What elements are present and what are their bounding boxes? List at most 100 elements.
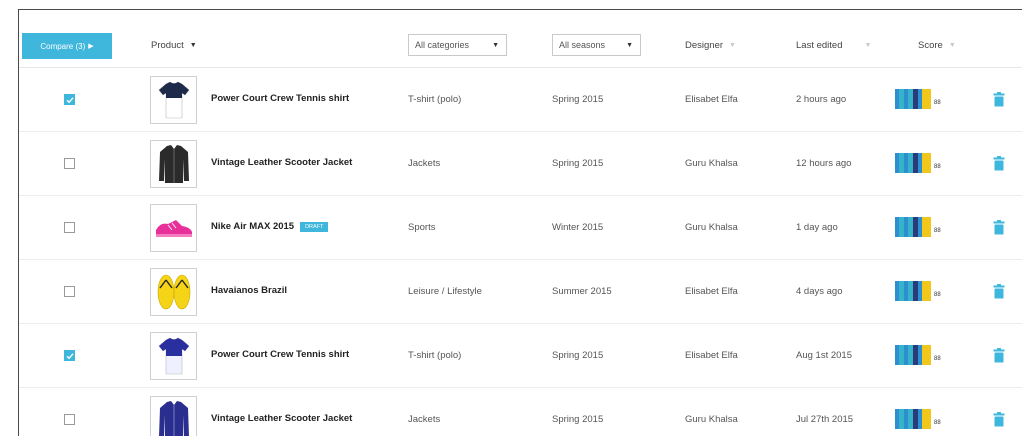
compare-button[interactable]: Compare (3) ▶ (22, 33, 112, 59)
column-header-last-edited[interactable]: Last edited ▼ (796, 36, 871, 54)
product-name[interactable]: Power Court Crew Tennis shirt (211, 349, 349, 360)
product-name[interactable]: Nike Air MAX 2015 DRAFT (211, 221, 329, 232)
column-header-product[interactable]: Product ▼ (151, 36, 197, 54)
sort-down-icon: ▼ (864, 41, 872, 49)
score-bar (895, 345, 931, 365)
score-indicator: 88 (895, 345, 941, 365)
trash-icon[interactable] (993, 284, 1005, 299)
table-row[interactable]: Power Court Crew Tennis shirt T-shirt (p… (19, 324, 1022, 388)
trash-icon[interactable] (993, 348, 1005, 363)
chevron-down-icon: ▼ (626, 41, 633, 49)
score-segment (922, 89, 931, 109)
tshirt-blue-icon (158, 337, 189, 375)
score-value: 88 (934, 100, 941, 106)
tshirt-navy-icon (158, 81, 189, 119)
score-bar (895, 281, 931, 301)
column-header-product-label: Product (151, 39, 184, 51)
product-last-edited: Jul 27th 2015 (796, 414, 854, 425)
column-header-score-label: Score (918, 39, 943, 51)
score-indicator: 88 (895, 281, 941, 301)
product-last-edited: 4 days ago (796, 286, 843, 297)
row-checkbox[interactable] (64, 286, 75, 297)
product-season: Summer 2015 (552, 286, 612, 297)
trash-icon[interactable] (993, 220, 1005, 235)
score-value: 88 (934, 420, 941, 426)
table-header: Compare (3) ▶ Product ▼ All categories ▼… (19, 10, 1022, 68)
seasons-select-value: All seasons (559, 40, 606, 50)
row-checkbox[interactable] (64, 222, 75, 233)
product-designer: Elisabet Elfa (685, 350, 738, 361)
product-last-edited: Aug 1st 2015 (796, 350, 852, 361)
product-last-edited: 2 hours ago (796, 94, 847, 105)
score-value: 88 (934, 292, 941, 298)
score-segment (922, 409, 931, 429)
product-name-label: Vintage Leather Scooter Jacket (211, 413, 353, 424)
score-bar (895, 153, 931, 173)
column-header-designer[interactable]: Designer ▼ (685, 36, 736, 54)
product-season: Winter 2015 (552, 222, 604, 233)
blue-jacket-icon (158, 401, 189, 436)
product-name-label: Power Court Crew Tennis shirt (211, 349, 350, 360)
product-name[interactable]: Power Court Crew Tennis shirt (211, 93, 349, 104)
trash-icon[interactable] (993, 92, 1005, 107)
product-name-label: Nike Air MAX 2015 (211, 221, 295, 232)
score-indicator: 88 (895, 89, 941, 109)
product-name-label: Havaianos Brazil (211, 285, 288, 296)
product-thumbnail[interactable] (150, 204, 197, 252)
play-arrow-icon: ▶ (88, 43, 94, 50)
sort-down-icon: ▼ (189, 41, 197, 49)
table-row[interactable]: Nike Air MAX 2015 DRAFT Sports Winter 20… (19, 196, 1022, 260)
product-name[interactable]: Vintage Leather Scooter Jacket (211, 413, 352, 424)
product-list-panel: Compare (3) ▶ Product ▼ All categories ▼… (18, 9, 1022, 436)
flip-flops-icon (157, 274, 190, 310)
table-row[interactable]: Vintage Leather Scooter Jacket Jackets S… (19, 132, 1022, 196)
chevron-down-icon: ▼ (492, 41, 499, 49)
column-header-last-edited-label: Last edited (796, 39, 843, 51)
leather-jacket-icon (158, 145, 189, 183)
product-season: Spring 2015 (552, 350, 604, 361)
score-bar (895, 89, 931, 109)
checkmark-icon (66, 352, 74, 359)
product-category: Jackets (408, 414, 441, 425)
seasons-select[interactable]: All seasons ▼ (552, 34, 641, 56)
sort-down-icon: ▼ (729, 41, 736, 49)
row-checkbox[interactable] (64, 158, 75, 169)
categories-select-value: All categories (415, 40, 470, 50)
table-row[interactable]: Havaianos Brazil Leisure / Lifestyle Sum… (19, 260, 1022, 324)
table-row[interactable]: Power Court Crew Tennis shirt T-shirt (p… (19, 68, 1022, 132)
product-name[interactable]: Havaianos Brazil (211, 285, 287, 296)
product-category: Sports (408, 222, 436, 233)
score-segment (922, 281, 931, 301)
product-thumbnail[interactable] (150, 140, 197, 188)
score-indicator: 88 (895, 153, 941, 173)
categories-select[interactable]: All categories ▼ (408, 34, 507, 56)
sneaker-icon (155, 220, 192, 237)
product-season: Spring 2015 (552, 94, 604, 105)
product-name-label: Power Court Crew Tennis shirt (211, 93, 350, 104)
score-value: 88 (934, 164, 941, 170)
product-designer: Guru Khalsa (685, 222, 738, 233)
score-segment (922, 153, 931, 173)
trash-icon[interactable] (993, 156, 1005, 171)
row-checkbox[interactable] (64, 94, 75, 105)
product-season: Spring 2015 (552, 158, 604, 169)
draft-badge: DRAFT (300, 221, 329, 232)
table-row[interactable]: Vintage Leather Scooter Jacket Jackets S… (19, 388, 1022, 436)
product-thumbnail[interactable] (150, 268, 197, 316)
product-thumbnail[interactable] (150, 396, 197, 436)
score-bar (895, 217, 931, 237)
product-designer: Elisabet Elfa (685, 286, 738, 297)
row-checkbox[interactable] (64, 414, 75, 425)
row-checkbox[interactable] (64, 350, 75, 361)
product-name-label: Vintage Leather Scooter Jacket (211, 157, 353, 168)
product-category: Jackets (408, 158, 441, 169)
trash-icon[interactable] (993, 412, 1005, 427)
product-name[interactable]: Vintage Leather Scooter Jacket (211, 157, 352, 168)
product-thumbnail[interactable] (150, 76, 197, 124)
product-thumbnail[interactable] (150, 332, 197, 380)
product-category: T-shirt (polo) (408, 94, 462, 105)
column-header-score[interactable]: Score ▼ (918, 36, 956, 54)
product-designer: Guru Khalsa (685, 414, 738, 425)
score-indicator: 88 (895, 409, 941, 429)
product-season: Spring 2015 (552, 414, 604, 425)
